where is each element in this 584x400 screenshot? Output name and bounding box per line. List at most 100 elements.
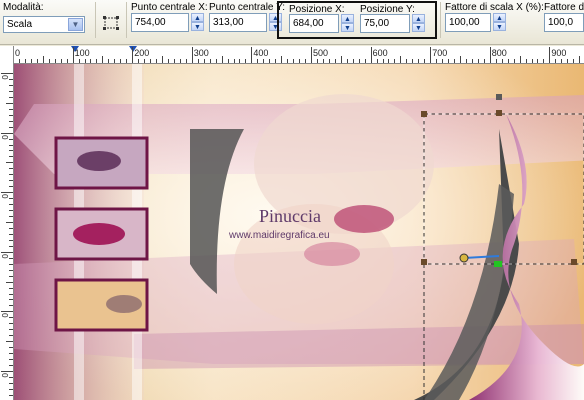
ruler-minor-tick — [454, 59, 456, 63]
scale-y-label: Fattore d — [544, 2, 584, 13]
ruler-minor-tick — [209, 59, 211, 63]
ruler-minor-tick — [9, 245, 13, 247]
ruler-tick — [1, 251, 13, 253]
ruler-minor-tick — [162, 56, 163, 63]
arrow-up-icon[interactable]: ▲ — [341, 14, 354, 23]
ruler-minor-tick — [299, 59, 301, 63]
ruler-minor-tick — [436, 59, 438, 63]
ruler-minor-tick — [322, 59, 324, 63]
pos-y-field[interactable]: 75,00 — [360, 14, 410, 33]
ruler-minor-tick — [519, 56, 521, 63]
horizontal-ruler[interactable]: 0 100 200 300 400 500 600 700 800 900 — [0, 46, 584, 64]
ruler-minor-tick — [376, 59, 378, 63]
ruler-tick — [251, 47, 253, 63]
center-x-field[interactable]: 754,00 — [131, 13, 189, 32]
ruler-minor-tick — [9, 275, 13, 277]
ruler-minor-tick — [227, 59, 229, 63]
center-y-stepper[interactable]: 313,00 ▲ ▼ — [209, 13, 284, 32]
ruler-minor-tick — [6, 222, 13, 223]
scale-y-stepper[interactable]: 100,0 — [544, 13, 584, 32]
ruler-minor-tick — [36, 59, 38, 63]
watermark-url: www.maidiregrafica.eu — [229, 230, 330, 241]
pick-tool-icon[interactable] — [102, 15, 120, 31]
ruler-minor-tick — [9, 239, 13, 241]
ruler-minor-tick — [120, 59, 122, 63]
ruler-minor-tick — [9, 382, 13, 384]
ruler-minor-tick — [382, 59, 384, 63]
arrow-up-icon[interactable]: ▲ — [493, 13, 506, 22]
ruler-minor-tick — [9, 138, 13, 140]
ruler-minor-tick — [9, 126, 13, 128]
center-x-label: Punto centrale X: — [131, 2, 208, 13]
ruler-minor-tick — [9, 120, 13, 122]
ruler-minor-tick — [424, 59, 426, 63]
ruler-minor-tick — [9, 96, 13, 98]
ruler-minor-tick — [412, 59, 414, 63]
ruler-minor-tick — [185, 59, 187, 63]
mode-select[interactable]: Scala ▼ — [3, 16, 85, 33]
ruler-tick — [1, 73, 13, 74]
ruler-label: 700 — [432, 48, 448, 58]
ruler-minor-tick — [287, 59, 289, 63]
vertical-ruler[interactable]: 000000 — [0, 63, 14, 400]
center-y-field[interactable]: 313,00 — [209, 13, 267, 32]
scale-x-stepper[interactable]: 100,00 ▲ ▼ — [445, 13, 507, 32]
ruler-minor-tick — [9, 186, 13, 188]
ruler-minor-tick — [66, 59, 68, 63]
ruler-minor-tick — [531, 59, 533, 63]
ruler-minor-tick — [364, 59, 366, 63]
ruler-minor-tick — [501, 59, 503, 63]
ruler-minor-tick — [102, 56, 104, 63]
image-canvas[interactable]: Pinuccia www.maidiregrafica.eu — [14, 64, 584, 400]
arrow-up-icon[interactable]: ▲ — [412, 14, 425, 23]
ruler-minor-tick — [400, 56, 402, 63]
ruler-minor-tick — [144, 59, 146, 63]
pos-y-stepper[interactable]: 75,00 ▲ ▼ — [360, 14, 426, 33]
separator — [126, 2, 127, 38]
ruler-minor-tick — [18, 59, 20, 63]
ruler-minor-tick — [9, 317, 13, 319]
ruler-minor-tick — [9, 263, 13, 265]
scale-y-field[interactable]: 100,0 — [544, 13, 584, 32]
chevron-down-icon[interactable]: ▼ — [68, 18, 83, 31]
ruler-minor-tick — [126, 59, 128, 63]
ruler-minor-tick — [138, 59, 140, 63]
ruler-minor-tick — [9, 227, 13, 229]
ruler-minor-tick — [9, 257, 13, 259]
arrow-down-icon[interactable]: ▼ — [493, 22, 506, 31]
ruler-label: 600 — [372, 48, 388, 58]
ruler-minor-tick — [167, 59, 169, 63]
ruler-minor-tick — [9, 78, 13, 80]
ruler-minor-tick — [9, 204, 13, 206]
ruler-minor-tick — [305, 59, 307, 63]
separator — [95, 2, 96, 38]
arrow-down-icon[interactable]: ▼ — [412, 23, 425, 32]
pos-x-stepper[interactable]: 684,00 ▲ ▼ — [289, 14, 355, 33]
ruler-minor-tick — [9, 376, 13, 378]
ruler-minor-tick — [495, 59, 497, 63]
pos-x-field[interactable]: 684,00 — [289, 14, 339, 33]
ruler-label: 100 — [74, 48, 90, 58]
ruler-minor-tick — [24, 59, 26, 63]
ruler-minor-tick — [9, 114, 13, 116]
ruler-minor-tick — [358, 59, 360, 63]
ruler-minor-tick — [215, 59, 217, 63]
ruler-minor-tick — [9, 233, 13, 235]
ruler-minor-tick — [9, 198, 13, 200]
ruler-minor-tick — [239, 59, 241, 63]
ruler-minor-tick — [221, 56, 223, 63]
arrow-down-icon[interactable]: ▼ — [191, 22, 204, 31]
ruler-minor-tick — [448, 59, 450, 63]
ruler-minor-tick — [269, 59, 271, 63]
ruler-tick — [191, 47, 193, 63]
arrow-down-icon[interactable]: ▼ — [341, 23, 354, 32]
ruler-minor-tick — [394, 59, 396, 63]
ruler-minor-tick — [9, 269, 13, 271]
ruler-minor-tick — [78, 59, 80, 63]
arrow-up-icon[interactable]: ▲ — [191, 13, 204, 22]
ruler-minor-tick — [156, 59, 158, 63]
scale-x-field[interactable]: 100,00 — [445, 13, 491, 32]
ruler-minor-tick — [114, 59, 116, 63]
ruler-minor-tick — [233, 59, 235, 63]
center-x-stepper[interactable]: 754,00 ▲ ▼ — [131, 13, 206, 32]
